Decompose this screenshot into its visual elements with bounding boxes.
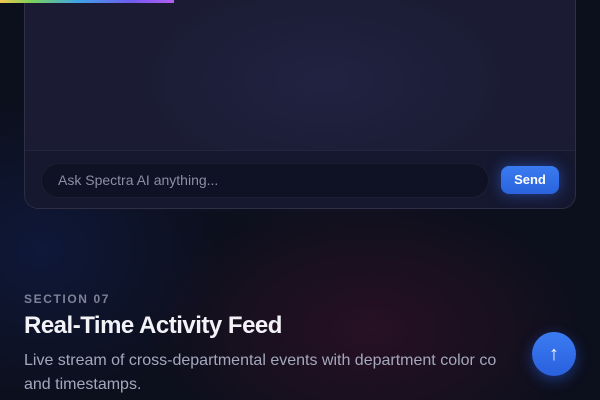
chat-messages-area[interactable]: [25, 0, 575, 150]
send-button[interactable]: Send: [501, 166, 559, 194]
chat-input-row: Ask Spectra AI anything... Send: [25, 150, 575, 208]
section-description-line-1: Live stream of cross-departmental events…: [24, 352, 497, 369]
chat-input[interactable]: Ask Spectra AI anything...: [41, 163, 489, 198]
arrow-up-icon: ↑: [549, 343, 559, 365]
scroll-to-top-button[interactable]: ↑: [532, 332, 576, 376]
section-eyebrow: SECTION 07: [24, 292, 111, 306]
section-description: Live stream of cross-departmental events…: [24, 349, 564, 397]
page: Ask Spectra AI anything... Send SECTION …: [0, 0, 600, 400]
chat-panel: Ask Spectra AI anything... Send: [24, 0, 576, 209]
section-description-line-2: and timestamps.: [24, 376, 142, 393]
section-title: Real-Time Activity Feed: [24, 312, 282, 339]
scroll-progress-bar: [0, 0, 174, 3]
